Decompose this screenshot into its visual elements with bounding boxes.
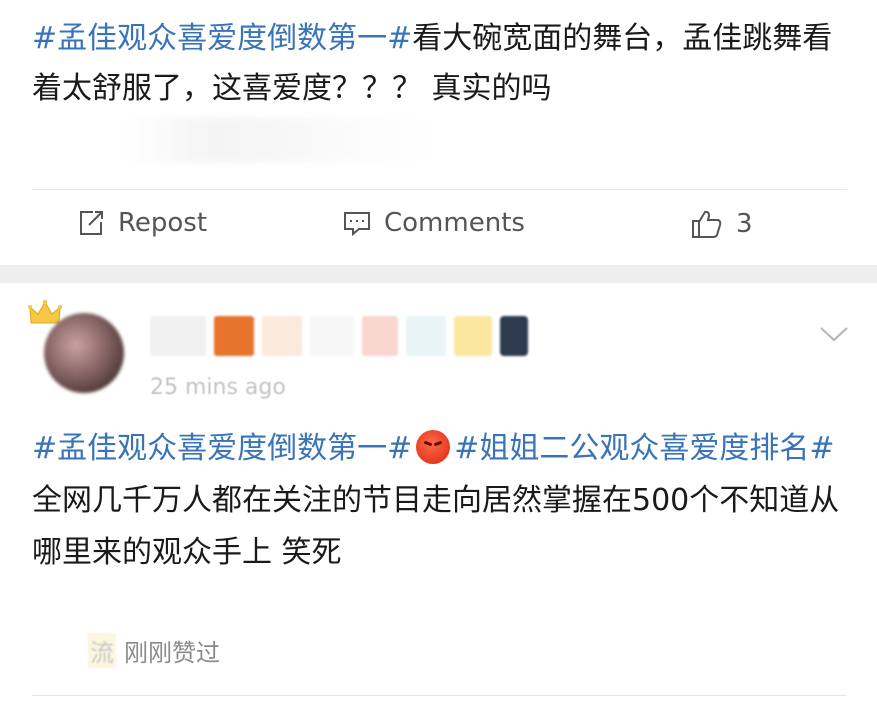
comments-label: Comments bbox=[384, 208, 525, 238]
like-count: 3 bbox=[736, 209, 753, 239]
repost-icon bbox=[80, 211, 103, 235]
liked-by-name: 流 bbox=[88, 633, 116, 668]
liked-by[interactable]: 流 刚刚赞过 bbox=[88, 633, 220, 668]
post-actions: Repost Comments 3 bbox=[0, 190, 877, 264]
comment-card: 25 mins ago #孟佳观众喜爱度倒数第一# #姐姐二公观众喜爱度排名# 全网… bbox=[0, 283, 877, 704]
comments-button[interactable]: Comments bbox=[342, 208, 525, 238]
timestamp: 25 mins ago bbox=[150, 375, 286, 400]
repost-label: Repost bbox=[118, 208, 208, 238]
post-text: #孟佳观众喜爱度倒数第一#看大碗宽面的舞台，孟佳跳舞看着太舒服了，这喜爱度？？？… bbox=[32, 14, 842, 114]
comment-hashtag-2[interactable]: #姐姐二公观众喜爱度排名# bbox=[454, 431, 834, 466]
comment-text: #孟佳观众喜爱度倒数第一# #姐姐二公观众喜爱度排名# 全网几千万人都在关注的节目走… bbox=[32, 423, 847, 579]
avatar[interactable] bbox=[44, 313, 124, 393]
thumbs-up-icon bbox=[692, 210, 722, 238]
divider bbox=[32, 695, 847, 696]
comment-icon bbox=[344, 212, 370, 237]
liked-by-label: 刚刚赞过 bbox=[124, 639, 220, 667]
avatar-container[interactable] bbox=[28, 299, 128, 399]
blurred-content bbox=[120, 118, 440, 162]
section-separator bbox=[0, 265, 877, 283]
angry-face-emoji bbox=[416, 430, 451, 464]
repost-button[interactable]: Repost bbox=[76, 208, 207, 238]
chevron-down-icon[interactable] bbox=[819, 325, 849, 343]
post-hashtag[interactable]: #孟佳观众喜爱度倒数第一# bbox=[32, 21, 412, 56]
post-card: #孟佳观众喜爱度倒数第一#看大碗宽面的舞台，孟佳跳舞看着太舒服了，这喜爱度？？？… bbox=[0, 0, 877, 265]
comment-body: 全网几千万人都在关注的节目走向居然掌握在500个不知道从哪里来的观众手上 笑死 bbox=[32, 483, 840, 570]
comment-hashtag-1[interactable]: #孟佳观众喜爱度倒数第一# bbox=[32, 431, 412, 466]
like-button[interactable]: 3 bbox=[690, 208, 753, 240]
username-blurred[interactable] bbox=[150, 315, 528, 357]
